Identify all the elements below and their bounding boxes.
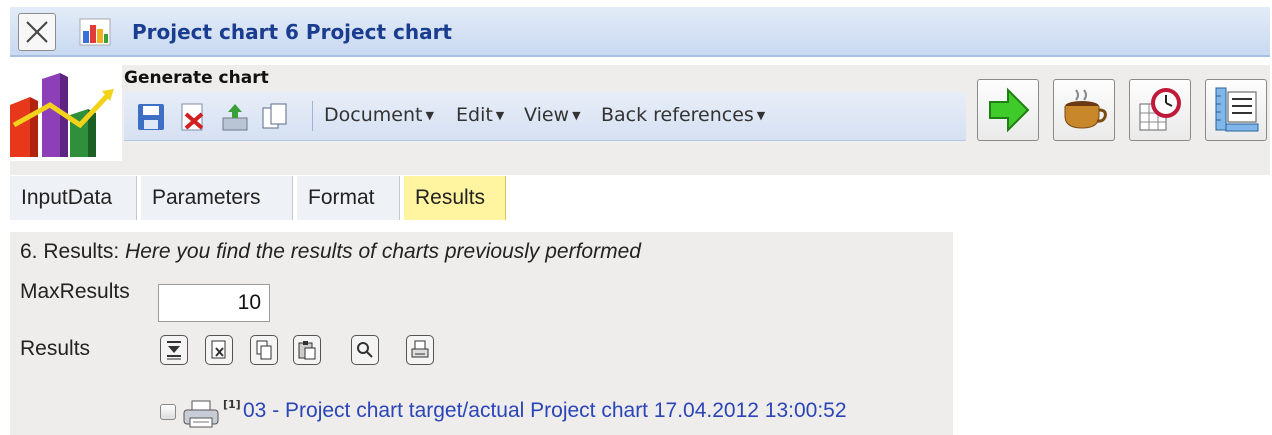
result-index-marker: [1]: [223, 398, 241, 411]
tab-inputdata[interactable]: InputData: [10, 176, 137, 220]
caret-down-icon: ▼: [572, 109, 581, 122]
max-results-label: MaxResults: [20, 280, 130, 303]
print-result-button[interactable]: [406, 335, 434, 365]
download-icon: [167, 341, 181, 360]
result-checkbox[interactable]: [160, 404, 176, 420]
window-title-bar: Project chart 6 Project chart: [10, 7, 1270, 57]
menu-separator: [312, 101, 313, 131]
bar-chart-icon: [79, 18, 111, 46]
save-icon[interactable]: [136, 102, 166, 132]
scheduler-button[interactable]: [1129, 79, 1191, 141]
results-heading-description: Here you find the results of charts prev…: [125, 240, 641, 263]
menu-document[interactable]: Document ▼: [324, 104, 434, 126]
menu-bar: Document ▼ Edit ▼ View ▼ Back references ▼: [124, 92, 966, 141]
run-button[interactable]: [977, 79, 1039, 141]
caret-down-icon: ▼: [425, 109, 434, 122]
search-icon: [357, 342, 373, 358]
caret-down-icon: ▼: [756, 109, 766, 122]
tab-format[interactable]: Format: [297, 176, 400, 220]
paste-result-button[interactable]: [293, 335, 321, 365]
coffee-button[interactable]: [1053, 79, 1115, 141]
results-heading: 6. Results: Here you find the results of…: [20, 240, 641, 264]
chart-logo: [10, 65, 122, 161]
caret-down-icon: ▼: [495, 109, 505, 122]
menu-back-references-label: Back references: [601, 104, 754, 126]
results-panel: 6. Results: Here you find the results of…: [10, 232, 953, 435]
delete-doc-icon: [211, 340, 226, 359]
run-icon: [989, 87, 1030, 133]
result-link[interactable]: 03 - Project chart target/actual Project…: [243, 399, 847, 423]
scheduler-icon: [1139, 88, 1181, 131]
ruler-list-button[interactable]: [1205, 79, 1267, 141]
tab-results[interactable]: Results: [404, 176, 506, 220]
copy-doc-icon: [256, 340, 272, 360]
toolbar-area: Generate chart Document▼ Edit▼ View▼: [10, 65, 1270, 175]
coffee-icon: [1064, 89, 1107, 129]
menu-document-label: Document: [324, 104, 423, 126]
copy-result-button[interactable]: [250, 335, 278, 365]
delete-result-button[interactable]: [205, 335, 233, 365]
max-results-input[interactable]: 10: [158, 284, 270, 322]
export-icon[interactable]: [220, 102, 250, 132]
generate-chart-label: Generate chart: [124, 68, 269, 88]
ruler-list-icon: [1215, 87, 1259, 132]
search-result-button[interactable]: [351, 335, 379, 365]
close-icon: [26, 21, 48, 43]
menu-view-label: View: [524, 104, 570, 126]
results-heading-prefix: 6. Results:: [20, 240, 126, 263]
tab-parameters[interactable]: Parameters: [141, 176, 293, 220]
close-button[interactable]: [18, 13, 56, 51]
print-doc-icon: [411, 340, 429, 358]
results-label: Results: [20, 337, 91, 360]
menu-view[interactable]: View ▼: [524, 104, 581, 126]
menu-back-references[interactable]: Back references ▼: [601, 104, 765, 126]
paste-doc-icon: [298, 341, 316, 360]
delete-icon[interactable]: [178, 102, 208, 132]
chart-logo-icon: [10, 73, 114, 157]
printer-icon[interactable]: [182, 400, 220, 428]
menu-edit[interactable]: Edit ▼: [456, 104, 504, 126]
window-title: Project chart 6 Project chart: [132, 20, 452, 44]
menu-edit-label: Edit: [456, 104, 493, 126]
download-button[interactable]: [160, 335, 188, 365]
copy-icon[interactable]: [260, 102, 290, 132]
